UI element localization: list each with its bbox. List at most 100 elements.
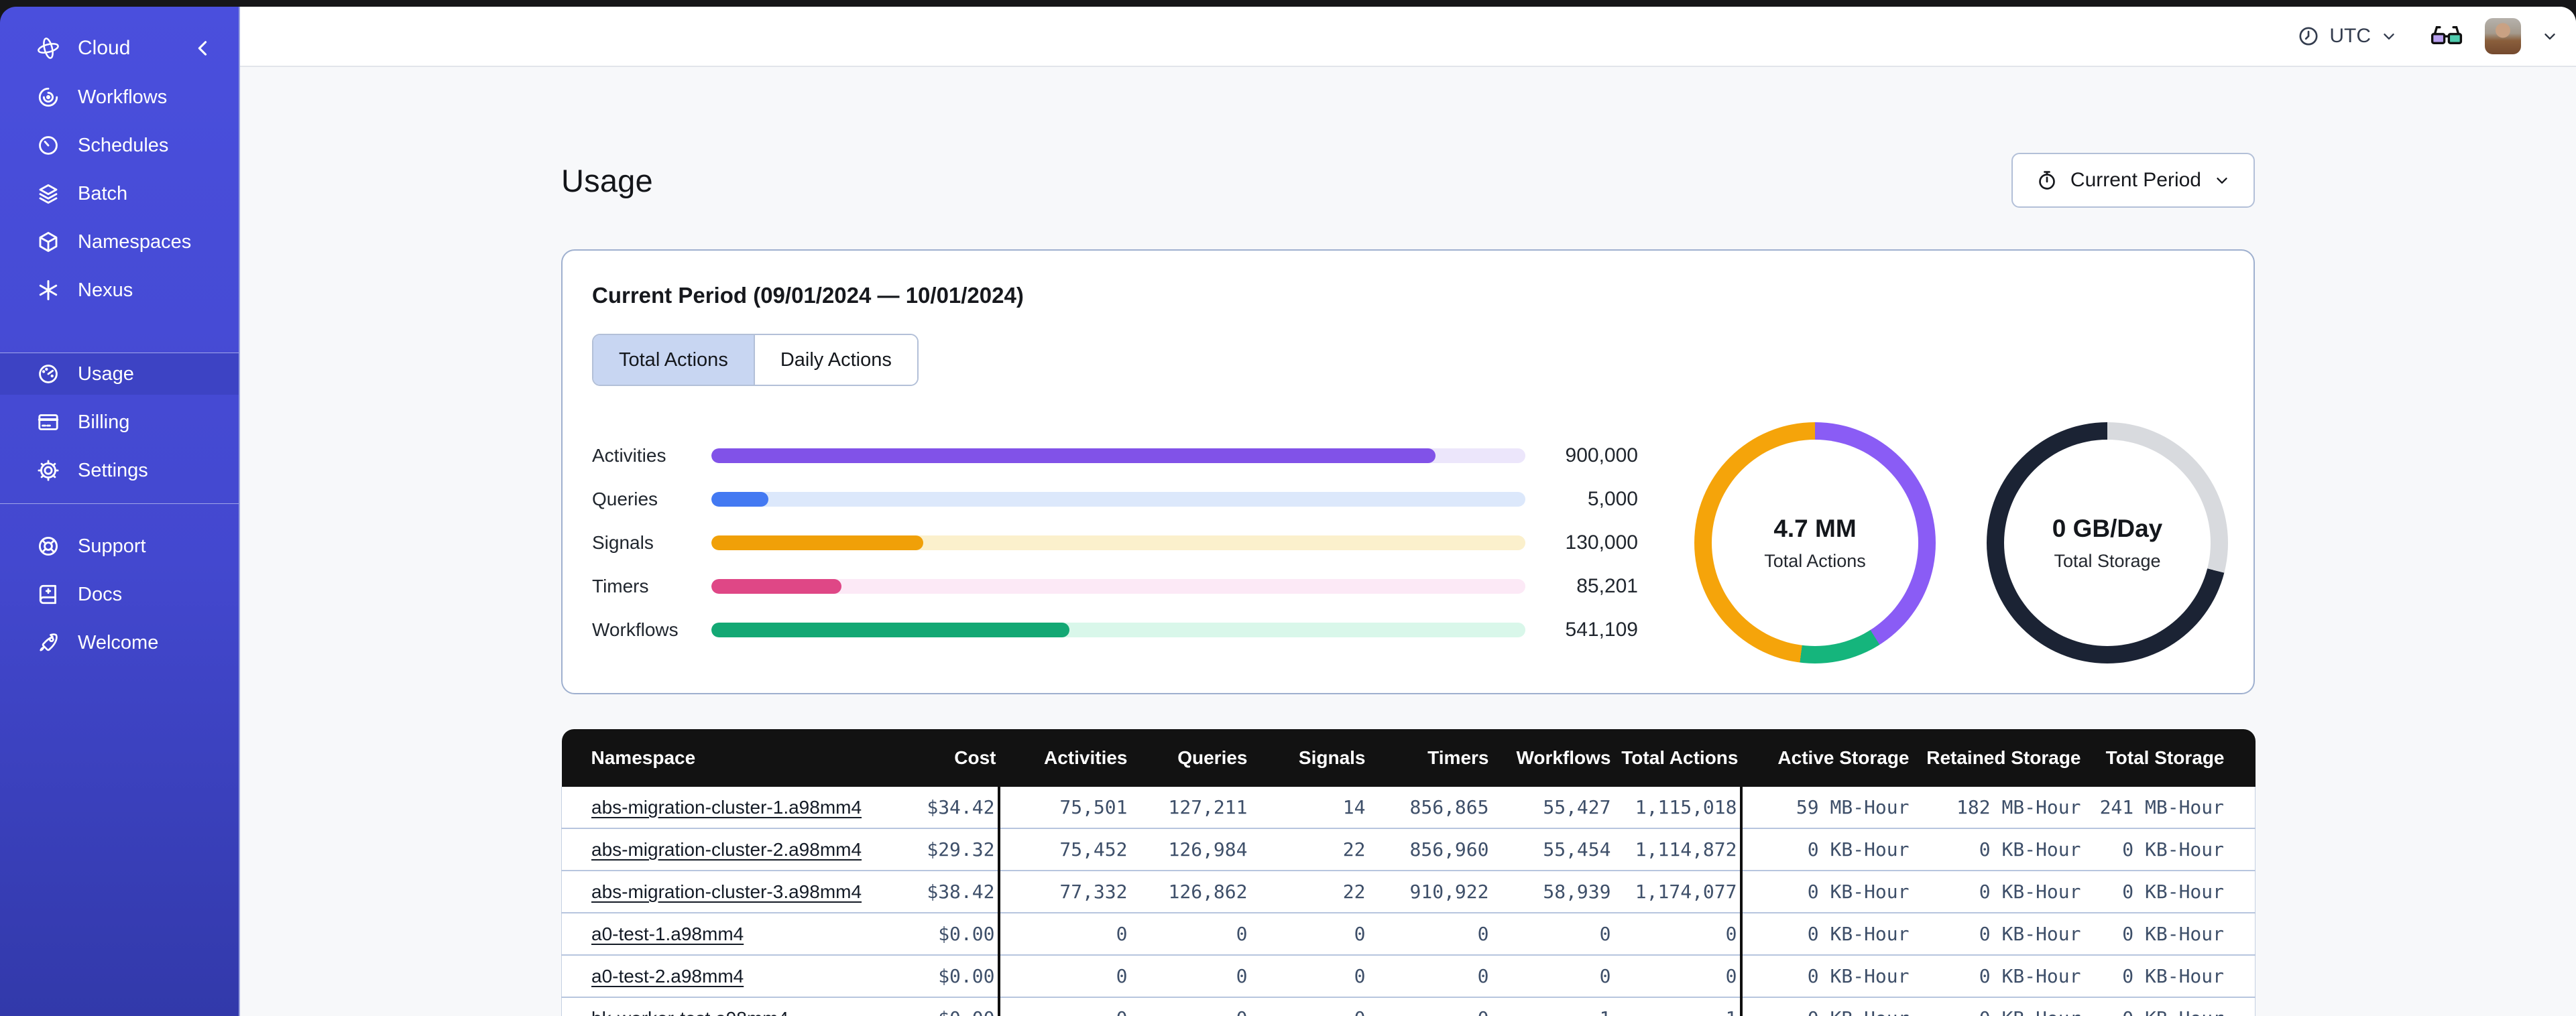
timezone-selector[interactable]: UTC [2297,25,2398,48]
cell-activities: 75,501 [997,787,1130,828]
column-header-cost: Cost [878,729,999,787]
namespace-usage-table: Namespace Cost Activities Queries Signals Tim… [561,729,2256,1016]
sidebar-collapse-button[interactable] [192,37,215,60]
cell-namespace: abs-migration-cluster-1.a98mm4 [561,787,878,828]
sidebar-item-support[interactable]: Support [0,525,239,567]
stopwatch-icon [2036,169,2058,192]
namespace-link[interactable]: bk-worker-test.a98mm4 [591,1008,788,1016]
namespaces-icon [36,230,60,254]
user-menu-chevron-icon[interactable] [2541,27,2559,45]
page-title: Usage [561,162,653,198]
bar-fill [711,535,923,550]
sidebar-item-label: Namespaces [78,231,192,253]
sidebar-item-label: Billing [78,411,130,433]
tab-total-actions[interactable]: Total Actions [593,335,754,385]
usage-bar-row-timers: Timers 85,201 [592,565,1638,609]
bar-label: Queries [592,489,658,509]
column-header-activities: Activities [998,729,1130,787]
cell-workflows: 0 [1491,912,1614,955]
column-header-active-storage: Active Storage [1741,729,1912,787]
cell-total-storage: 0 KB-Hour [2083,997,2256,1016]
bar-fill [711,492,768,507]
namespace-link[interactable]: abs-migration-cluster-3.a98mm4 [591,881,862,902]
table-row: bk-worker-test.a98mm4$0.000000110 KB-Hou… [561,997,2256,1016]
cell-total-actions: 0 [1613,912,1741,955]
cell-total-storage: 0 KB-Hour [2083,912,2256,955]
cell-cost: $29.32 [878,828,999,871]
sidebar-item-settings[interactable]: Settings [0,450,239,491]
cell-active-storage: 0 KB-Hour [1739,912,1912,955]
cell-namespace: abs-migration-cluster-2.a98mm4 [561,828,878,871]
sidebar-nav-account: Usage Billing Settings [0,353,239,498]
workflows-icon [36,85,60,109]
cell-activities: 0 [997,912,1130,955]
sidebar-item-docs[interactable]: Docs [0,574,239,615]
sidebar-item-workflows[interactable]: Workflows [0,76,239,118]
sidebar-item-label: Welcome [78,631,159,653]
chevron-down-icon [2380,27,2398,45]
bar-value: 5,000 [1587,488,1638,510]
tab-daily-actions[interactable]: Daily Actions [753,335,917,385]
cell-queries: 126,984 [1130,828,1250,871]
usage-bar-row-signals: Signals 130,000 [592,521,1638,565]
cell-total-actions: 1,114,872 [1613,828,1741,871]
sidebar-item-schedules[interactable]: Schedules [0,125,239,166]
cell-workflows: 0 [1491,954,1614,997]
cell-retained-storage: 0 KB-Hour [1912,828,2084,871]
sidebar-item-welcome[interactable]: Welcome [0,622,239,663]
namespace-link[interactable]: a0-test-1.a98mm4 [591,924,744,944]
cell-cost: $0.00 [878,954,999,997]
cell-signals: 0 [1250,954,1368,997]
cell-workflows: 1 [1491,997,1614,1016]
cell-queries: 0 [1130,912,1250,955]
column-header-retained-storage: Retained Storage [1912,729,2084,787]
chevron-down-icon [2213,172,2231,189]
actions-bar-chart: Activities 900,000 Queries 5,000 Signals 130,… [592,434,1638,652]
bar-track [711,448,1525,463]
cell-timers: 0 [1368,997,1492,1016]
cell-retained-storage: 0 KB-Hour [1912,954,2084,997]
usage-bar-row-workflows: Workflows 541,109 [592,609,1638,652]
cell-workflows: 55,454 [1491,828,1614,871]
cell-retained-storage: 182 MB-Hour [1912,787,2084,828]
cell-queries: 126,862 [1130,870,1250,913]
period-selector-button[interactable]: Current Period [2011,153,2255,208]
table-row: abs-migration-cluster-3.a98mm4 $38.42 77,3… [561,870,2256,913]
sidebar-item-usage[interactable]: Usage [0,353,239,395]
cell-total-actions: 1 [1613,997,1741,1016]
charts-row: Activities 900,000 Queries 5,000 Signals 130,… [592,422,2228,663]
cell-signals: 22 [1250,828,1368,871]
total-actions-caption: Total Actions [1764,550,1866,571]
cell-cost: $38.42 [878,870,999,913]
sidebar-item-namespaces[interactable]: Namespaces [0,221,239,263]
user-avatar[interactable] [2485,18,2521,54]
cell-activities: 77,332 [997,870,1130,913]
sidebar-item-label: Settings [78,459,148,481]
glasses-icon [2428,23,2465,50]
cell-timers: 0 [1368,912,1492,955]
sidebar-item-billing[interactable]: Billing [0,401,239,443]
column-header-total-actions: Total Actions [1613,729,1741,787]
table-row: abs-migration-cluster-1.a98mm4 $34.42 75,5… [561,787,2256,828]
cell-signals: 0 [1250,912,1368,955]
cell-signals: 22 [1250,870,1368,913]
cell-active-storage: 0 KB-Hour [1739,870,1912,913]
sidebar-item-nexus[interactable]: Nexus [0,269,239,311]
billing-icon [36,410,60,434]
cell-workflows: 58,939 [1491,870,1614,913]
total-actions-value: 4.7 MM [1773,514,1857,542]
bar-track [711,492,1525,507]
cell-namespace: a0-test-1.a98mm4 [561,912,878,955]
namespace-link[interactable]: a0-test-2.a98mm4 [591,966,744,987]
sidebar-item-batch[interactable]: Batch [0,173,239,214]
sidebar-item-label: Nexus [78,279,133,301]
brand-label: Cloud [78,37,131,59]
cell-retained-storage: 0 KB-Hour [1912,912,2084,955]
feedback-glasses-button[interactable] [2428,23,2465,50]
namespace-link[interactable]: abs-migration-cluster-2.a98mm4 [591,839,862,860]
sidebar-item-label: Workflows [78,86,168,108]
namespace-link[interactable]: abs-migration-cluster-1.a98mm4 [591,797,862,818]
cell-activities: 0 [997,997,1130,1016]
bar-label: Workflows [592,619,679,640]
cell-namespace: abs-migration-cluster-3.a98mm4 [561,870,878,913]
